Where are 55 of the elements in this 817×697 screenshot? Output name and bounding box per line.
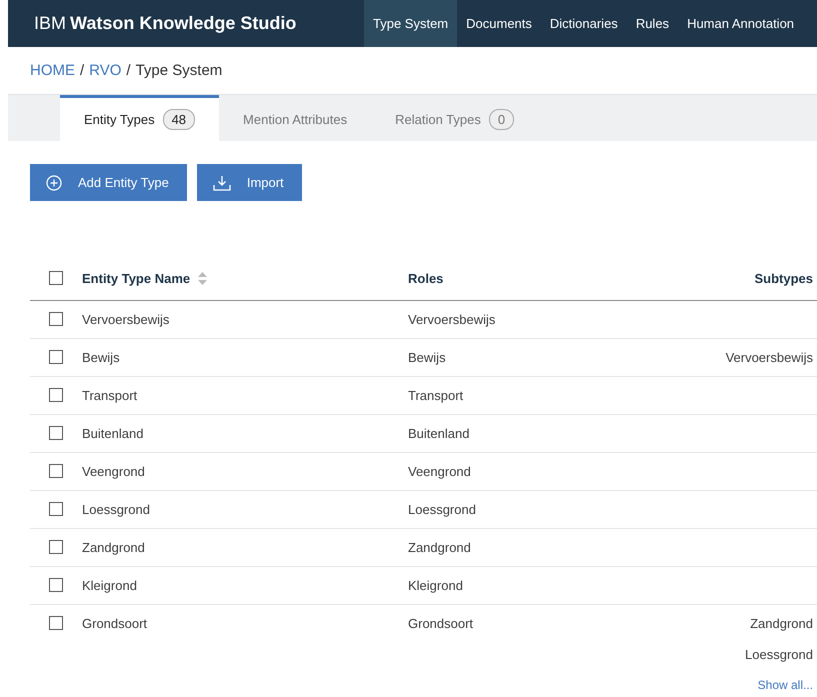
breadcrumb-link[interactable]: HOME	[30, 62, 75, 79]
table-cell: Transport	[408, 388, 464, 403]
table-cell: Zandgrond	[750, 616, 813, 631]
table-cell: Vervoersbewijs	[408, 312, 496, 327]
row-checkbox[interactable]	[49, 578, 63, 592]
row-checkbox[interactable]	[49, 616, 63, 630]
count-badge: 0	[488, 109, 514, 130]
tab[interactable]: Entity Types 48	[60, 95, 220, 141]
breadcrumb-link[interactable]: RVO	[89, 62, 122, 79]
table-cell: Zandgrond	[408, 540, 471, 555]
row-checkbox[interactable]	[49, 540, 63, 554]
nav-tab[interactable]: Human Annotation	[678, 0, 804, 47]
column-header[interactable]: Entity Type Name	[82, 271, 190, 286]
column-header: Subtypes	[754, 271, 813, 286]
nav-tab[interactable]: Documents	[457, 0, 541, 47]
table-cell: Buitenland	[82, 426, 144, 441]
download-icon	[212, 174, 231, 190]
row-checkbox[interactable]	[49, 312, 63, 326]
tab[interactable]: Mention Attributes	[219, 95, 372, 141]
column-header: Roles	[408, 271, 444, 286]
table-cell: Bewijs	[408, 350, 446, 365]
nav-tab[interactable]: Dictionaries	[540, 0, 627, 47]
breadcrumb-separator: /	[80, 62, 84, 79]
tab[interactable]: Relation Types 0	[371, 95, 538, 141]
table-cell: Veengrond	[408, 464, 471, 479]
breadcrumb-separator: /	[126, 62, 131, 79]
table-cell: Zandgrond	[82, 540, 145, 555]
import-button[interactable]: Import	[196, 164, 302, 201]
table-cell: Veengrond	[82, 464, 145, 479]
app-title: IBM Watson Knowledge Studio	[33, 12, 298, 35]
nav-tab[interactable]: Rules	[626, 0, 678, 47]
add-icon	[46, 174, 62, 190]
table-cell: Grondsoort	[82, 616, 148, 631]
table-cell: Buitenland	[408, 426, 470, 441]
select-all-checkbox[interactable]	[49, 271, 63, 285]
row-checkbox[interactable]	[49, 388, 63, 402]
table-cell: Transport	[82, 388, 138, 403]
row-checkbox[interactable]	[49, 350, 63, 364]
table-cell: Vervoersbewijs	[726, 350, 813, 365]
row-checkbox[interactable]	[49, 464, 63, 478]
table-cell: Vervoersbewijs	[82, 312, 170, 327]
table-cell: Loessgrond	[745, 647, 813, 662]
show-all-link[interactable]: Show all...	[758, 678, 813, 692]
table-cell: Kleigrond	[82, 578, 137, 593]
count-badge: 48	[162, 109, 196, 130]
table-cell: Loessgrond	[82, 502, 150, 517]
row-checkbox[interactable]	[49, 502, 63, 516]
breadcrumb-current: Type System	[136, 62, 222, 79]
row-checkbox[interactable]	[49, 426, 63, 440]
add-entity-type-button[interactable]: Add Entity Type	[30, 164, 187, 201]
table-cell: Bewijs	[82, 350, 120, 365]
table-cell: Loessgrond	[408, 502, 476, 517]
table-cell: Kleigrond	[408, 578, 463, 593]
nav-tab[interactable]: Type System	[364, 0, 458, 47]
table-cell: Grondsoort	[408, 616, 474, 631]
